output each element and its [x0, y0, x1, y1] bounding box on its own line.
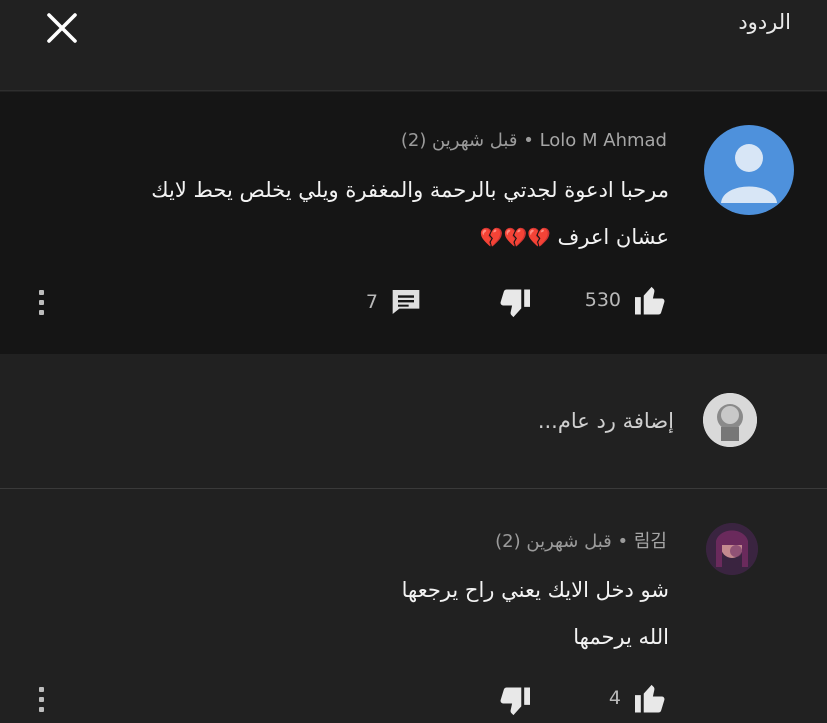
- broken-heart-emoji: 💔💔💔: [479, 227, 551, 249]
- comment-time: قبل شهرين (2): [400, 130, 518, 151]
- meta-separator: •: [617, 531, 629, 552]
- thumbs-down-icon: [500, 289, 530, 318]
- like-count: 4: [608, 687, 621, 709]
- user-avatar[interactable]: [706, 523, 758, 575]
- comment-text-line: شو دخل الايك يعني راح يرجعها: [401, 578, 669, 602]
- comment-meta: 림김 • قبل شهرين (2): [495, 527, 667, 553]
- comment-text: شو دخل الايك يعني راح يرجعها الله يرحمها: [149, 567, 669, 661]
- like-button[interactable]: 4: [609, 682, 669, 714]
- comment-icon: [392, 290, 420, 314]
- thumbs-up-icon: [635, 684, 665, 713]
- thumbs-up-icon: [635, 286, 665, 315]
- comment-text-line: الله يرحمها: [573, 625, 669, 649]
- add-reply-input[interactable]: إضافة رد عام...: [538, 409, 674, 433]
- reply-count: 7: [365, 291, 378, 313]
- replies-header: الردود: [0, 0, 827, 91]
- reply-comment: 림김 • قبل شهرين (2) شو دخل الايك يعني راح…: [0, 489, 827, 723]
- dislike-button[interactable]: [496, 288, 532, 320]
- comment-text-line: عشان اعرف 💔💔💔: [49, 214, 669, 262]
- dislike-button[interactable]: [496, 686, 532, 718]
- comment-text: مرحبا ادعوة لجدتي بالرحمة والمغفرة ويلي …: [49, 167, 669, 262]
- comment-text-line: مرحبا ادعوة لجدتي بالرحمة والمغفرة ويلي …: [151, 178, 669, 202]
- user-avatar[interactable]: [703, 393, 757, 447]
- like-button[interactable]: 530: [585, 284, 669, 316]
- comment-author[interactable]: Lolo M Ahmad: [540, 130, 667, 151]
- comment-text-part: عشان اعرف: [557, 225, 669, 249]
- meta-separator: •: [523, 130, 534, 151]
- more-options-icon[interactable]: [36, 687, 46, 712]
- default-avatar-icon[interactable]: [704, 125, 794, 215]
- close-button[interactable]: [40, 6, 84, 50]
- add-reply-row: إضافة رد عام...: [0, 355, 827, 489]
- highlighted-comment: Lolo M Ahmad • قبل شهرين (2) مرحبا ادعوة…: [0, 92, 827, 354]
- comment-time: قبل شهرين (2): [495, 531, 612, 552]
- replies-button[interactable]: 7: [366, 286, 422, 318]
- page-title: الردود: [738, 10, 791, 34]
- close-icon: [47, 13, 77, 43]
- like-count: 530: [584, 289, 621, 311]
- comment-meta: Lolo M Ahmad • قبل شهرين (2): [401, 130, 667, 151]
- thumbs-down-icon: [500, 687, 530, 716]
- comment-author[interactable]: 림김: [634, 531, 667, 552]
- more-options-icon[interactable]: [36, 290, 46, 315]
